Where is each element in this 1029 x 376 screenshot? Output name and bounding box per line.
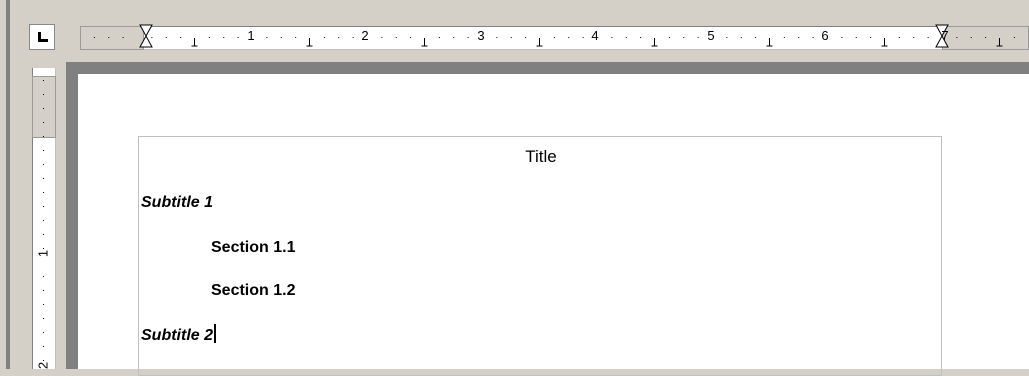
ruler-dot — [352, 37, 354, 38]
ruler-ticks — [43, 80, 44, 361]
ruler-dot — [165, 37, 167, 38]
ruler-dot — [855, 37, 857, 38]
left-tab-stop-icon — [38, 32, 48, 42]
ruler-dot — [43, 178, 44, 179]
subtitle-2-line[interactable]: Subtitle 2 — [141, 324, 217, 345]
ruler-ticks — [93, 37, 1015, 47]
ruler-number: 1 — [35, 249, 51, 258]
ruler-dot — [755, 37, 757, 38]
ruler-dot — [913, 37, 915, 38]
ruler-dot — [798, 37, 800, 38]
ruler-dot — [640, 37, 642, 38]
ruler-dot — [43, 346, 44, 347]
ruler-dot — [266, 37, 268, 38]
ruler-dot — [812, 37, 814, 38]
ruler-dot — [237, 37, 239, 38]
text-area-boundary[interactable]: Title Subtitle 1 Section 1.1 Section 1.2… — [138, 136, 942, 376]
ruler-number: 2 — [361, 28, 369, 43]
ruler-dot — [1013, 37, 1015, 38]
document-title[interactable]: Title — [139, 147, 943, 167]
ruler-dot — [697, 37, 699, 38]
ruler-dot — [295, 37, 297, 38]
ruler-dot — [510, 37, 512, 38]
ruler-dot — [43, 206, 44, 207]
ruler-dot — [43, 290, 44, 291]
ruler-dot — [338, 37, 340, 38]
ruler-dot — [43, 108, 44, 109]
ruler-dot — [496, 37, 498, 38]
ruler-dot — [841, 37, 843, 38]
horizontal-ruler[interactable]: 1 2 3 4 5 6 7 — [80, 22, 1029, 54]
ruler-dot — [668, 37, 670, 38]
ruler-dot — [683, 37, 685, 38]
ruler-dot — [381, 37, 383, 38]
document-page[interactable]: Title Subtitle 1 Section 1.1 Section 1.2… — [78, 74, 1029, 376]
ruler-dot — [43, 164, 44, 165]
ruler-number: 4 — [591, 28, 599, 43]
ruler-dot — [323, 37, 325, 38]
tab-selector-button[interactable] — [29, 24, 55, 50]
ruler-dot — [453, 37, 455, 38]
ruler-dot — [43, 136, 44, 137]
window-frame — [6, 0, 10, 369]
ruler-dot — [740, 37, 742, 38]
ruler-dot — [43, 80, 44, 81]
ruler-dot — [970, 37, 972, 38]
ruler-dot — [180, 37, 182, 38]
ruler-dot — [208, 37, 210, 38]
ruler-dot — [870, 37, 872, 38]
section-1-1[interactable]: Section 1.1 — [211, 239, 295, 257]
hourglass-indent-icon[interactable] — [138, 23, 154, 53]
ruler-dot — [43, 122, 44, 123]
ruler-dot — [582, 37, 584, 38]
ruler-number: 1 — [247, 28, 255, 43]
ruler-dot — [783, 37, 785, 38]
document-view[interactable]: Title Subtitle 1 Section 1.1 Section 1.2… — [66, 62, 1029, 376]
ruler-dot — [280, 37, 282, 38]
ruler-dot — [43, 220, 44, 221]
ruler-dot — [43, 332, 44, 333]
ruler-dot — [43, 234, 44, 235]
ruler-dot — [985, 37, 987, 38]
ruler-number: 6 — [821, 28, 829, 43]
ruler-dot — [43, 150, 44, 151]
subtitle-1[interactable]: Subtitle 1 — [141, 194, 213, 212]
ruler-dot — [395, 37, 397, 38]
ruler-number: 5 — [707, 28, 715, 43]
ruler-dot — [553, 37, 555, 38]
ruler-dot — [726, 37, 728, 38]
ruler-dot — [43, 318, 44, 319]
ruler-dot — [927, 37, 929, 38]
ruler-dot — [43, 304, 44, 305]
ruler-dot — [93, 37, 95, 38]
ruler-dot — [43, 94, 44, 95]
ruler-dot — [898, 37, 900, 38]
ruler-dot — [467, 37, 469, 38]
ruler-dot — [43, 276, 44, 277]
ruler-dot — [223, 37, 225, 38]
ruler-dot — [43, 192, 44, 193]
ruler-dot — [956, 37, 958, 38]
text-cursor — [214, 324, 217, 343]
ruler-number: 7 — [941, 28, 949, 43]
section-1-2[interactable]: Section 1.2 — [211, 282, 295, 300]
ruler-dot — [625, 37, 627, 38]
ruler-dot — [438, 37, 440, 38]
ruler-dot — [568, 37, 570, 38]
ruler-dot — [525, 37, 527, 38]
vertical-ruler[interactable]: 1 2 — [22, 68, 58, 369]
ruler-dot — [122, 37, 124, 38]
ruler-dot — [108, 37, 110, 38]
ruler-dot — [410, 37, 412, 38]
ruler-number: 2 — [35, 361, 51, 370]
subtitle-2[interactable]: Subtitle 2 — [141, 327, 213, 344]
ruler-number: 3 — [477, 28, 485, 43]
ruler-dot — [611, 37, 613, 38]
